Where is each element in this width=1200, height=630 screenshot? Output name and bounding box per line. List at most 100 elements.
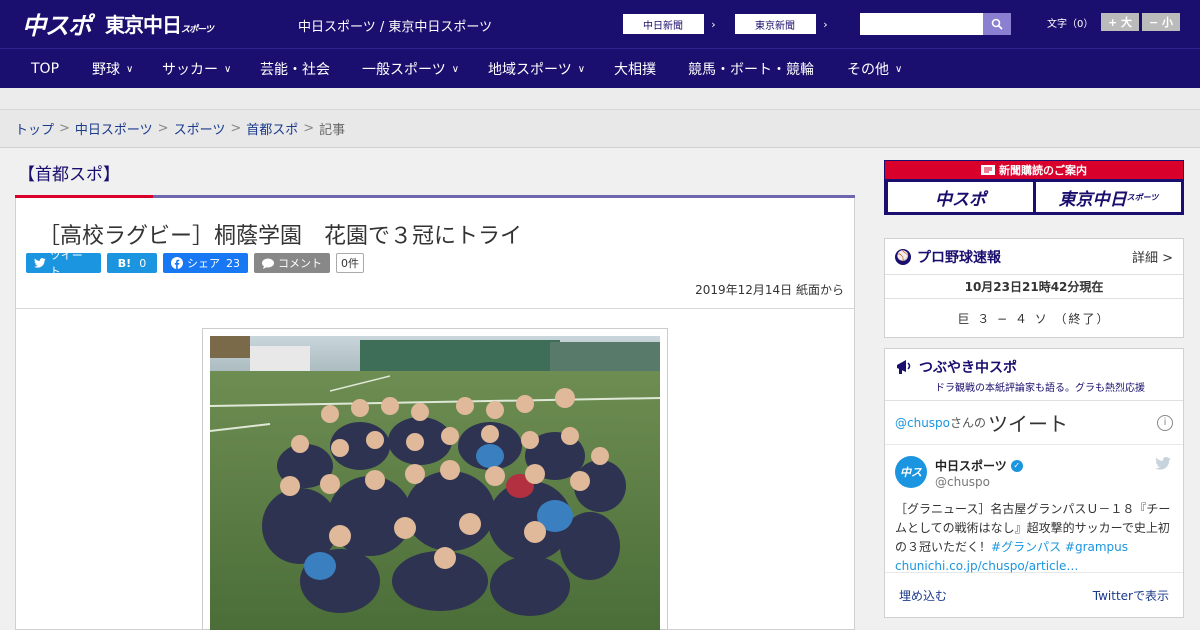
score-line[interactable]: 巨 ３ − ４ ソ （終了） <box>885 299 1183 337</box>
breadcrumb-sports[interactable]: スポーツ <box>174 119 226 138</box>
subscription-head-label: 新聞購読のご案内 <box>999 164 1087 177</box>
twitter-panel-title: つぶやき中スポ <box>919 360 1017 376</box>
facebook-count: 23 <box>226 256 240 270</box>
nav-label: TOP <box>31 61 60 77</box>
nav-item-others[interactable]: その他 ∨ <box>847 49 902 89</box>
section-title: 【首都スポ】 <box>18 165 120 185</box>
hatena-count: 0 <box>139 256 147 270</box>
logo-chuspo: 中スポ <box>22 11 92 40</box>
subscription-banner[interactable]: 新聞購読のご案内 中スポ 東京中日 スポーツ <box>884 160 1184 215</box>
breadcrumb-sep: > <box>59 121 70 136</box>
nav-item-entertainment[interactable]: 芸能・社会 <box>260 49 330 89</box>
font-bigger-button[interactable]: + 大 <box>1101 13 1139 31</box>
chunichi-shimbun-link[interactable]: 中日新聞 › <box>622 13 724 35</box>
verified-icon: ✓ <box>1010 459 1023 472</box>
breadcrumb-chunichi-sports[interactable]: 中日スポーツ <box>75 119 153 138</box>
subscribe-tokyo-small: スポーツ <box>1126 192 1159 202</box>
tweet-button[interactable]: ツイート <box>26 249 101 278</box>
nav-label: 地域スポーツ <box>488 62 572 78</box>
megaphone-icon <box>897 360 911 374</box>
nav-item-general-sports[interactable]: 一般スポーツ ∨ <box>362 49 459 89</box>
subscribe-tokyo-chunichi-logo[interactable]: 東京中日 スポーツ <box>1036 182 1181 212</box>
view-on-twitter-link[interactable]: Twitterで表示 <box>1093 587 1169 604</box>
subscription-head: 新聞購読のご案内 <box>885 161 1183 179</box>
twitter-widget-suffix: さんの <box>950 416 987 430</box>
breadcrumb-top[interactable]: トップ <box>15 119 54 138</box>
main-nav: TOP 野球 ∨ サッカー ∨ 芸能・社会 一般スポーツ ∨ 地域スポーツ ∨ 大相撲 … <box>0 48 1200 88</box>
nav-item-keiba[interactable]: 競馬・ボート・競輪 <box>688 49 814 89</box>
baseball-icon: ⚾ <box>895 248 911 265</box>
chevron-down-icon: ∨ <box>895 63 903 75</box>
nav-item-baseball[interactable]: 野球 ∨ <box>92 49 133 89</box>
twitter-widget-footer: 埋め込む Twitterで表示 <box>885 573 1183 617</box>
search-button[interactable] <box>983 13 1011 35</box>
twitter-widget-title: ツイート <box>988 412 1069 436</box>
chevron-down-icon: ∨ <box>126 63 134 75</box>
nav-item-soccer[interactable]: サッカー ∨ <box>162 49 231 89</box>
ext-link-label: 東京新聞 <box>755 20 795 32</box>
breadcrumb-shuto-spo[interactable]: 首都スポ <box>246 119 298 138</box>
font-size-label: 文字（0） <box>1047 19 1094 30</box>
tweet-author-name[interactable]: 中日スポーツ <box>935 457 1007 474</box>
pro-baseball-panel: ⚾ プロ野球速報 詳細 > 10月23日21時42分現在 巨 ３ − ４ ソ （… <box>884 238 1184 338</box>
tokyo-shimbun-link[interactable]: 東京新聞 › <box>734 13 836 35</box>
tweet-item[interactable]: 中ス 中日スポーツ ✓ @chuspo ［グラニュース］名古屋グランパスＵ－１８『… <box>885 445 1183 573</box>
nav-label: 芸能・社会 <box>260 62 330 78</box>
tweet-label: ツイート <box>49 249 83 278</box>
twitter-bird-icon <box>1155 457 1171 470</box>
search-input[interactable] <box>860 13 983 35</box>
chevron-right-icon: › <box>815 14 835 34</box>
article-photo[interactable] <box>210 336 660 630</box>
nav-label: 一般スポーツ <box>362 62 446 78</box>
facebook-share-button[interactable]: シェア 23 <box>163 253 248 273</box>
comment-label: コメント <box>278 257 322 270</box>
subscribe-chuspo-logo[interactable]: 中スポ <box>888 182 1033 212</box>
breadcrumb-current: 記事 <box>319 123 346 138</box>
tweet-author-row: 中日スポーツ ✓ <box>935 457 1023 474</box>
subscribe-tokyo-text: 東京中日 <box>1058 189 1127 210</box>
nav-item-sumo[interactable]: 大相撲 <box>614 49 656 89</box>
nav-label: 大相撲 <box>614 62 656 78</box>
search-icon <box>991 18 1003 30</box>
baseball-details-link[interactable]: 詳細 > <box>1132 247 1173 266</box>
nav-item-local-sports[interactable]: 地域スポーツ ∨ <box>488 49 585 89</box>
score-timestamp: 10月23日21時42分現在 <box>885 275 1183 299</box>
avatar[interactable]: 中ス <box>895 456 927 488</box>
nav-item-top[interactable]: TOP <box>31 49 59 89</box>
comment-button[interactable]: コメント <box>254 253 330 273</box>
comment-icon <box>262 258 274 269</box>
baseball-panel-head: ⚾ プロ野球速報 詳細 > <box>885 239 1183 275</box>
twitter-widget-handle[interactable]: @chuspo <box>895 416 950 430</box>
twitter-panel-title-row: つぶやき中スポ <box>895 357 1173 377</box>
tweet-hashtag[interactable]: #グランパス <box>991 540 1061 554</box>
hatena-label: B! <box>117 256 132 270</box>
tweet-link[interactable]: chunichi.co.jp/chuspo/article… <box>895 559 1078 573</box>
comment-count: 0件 <box>336 253 364 273</box>
logo-tokyo-text: 東京中日 <box>105 12 182 37</box>
logo-tokyo-small: スポーツ <box>181 24 214 35</box>
twitter-panel: つぶやき中スポ ドラ観戦の本紙評論家も語る。グラも熱烈応援 @chuspo さん… <box>884 348 1184 618</box>
newspaper-icon <box>981 165 995 175</box>
site-logo[interactable]: 中スポ 東京中日スポーツ <box>22 7 214 40</box>
ad-gap <box>0 88 1200 110</box>
breadcrumb: トップ > 中日スポーツ > スポーツ > 首都スポ > 記事 <box>0 110 1200 148</box>
nav-label: サッカー <box>162 62 218 78</box>
nav-label: 野球 <box>92 62 120 78</box>
info-icon[interactable]: i <box>1157 414 1173 431</box>
rugby-team-photo <box>210 336 660 630</box>
baseball-panel-title: プロ野球速報 <box>917 249 1001 266</box>
tweet-hashtag[interactable]: #grampus <box>1065 540 1128 554</box>
site-names: 中日スポーツ / 東京中日スポーツ <box>298 20 493 35</box>
article-photo-frame <box>202 328 668 630</box>
logo-tokyo-chunichi: 東京中日スポーツ <box>105 9 214 38</box>
share-buttons: ツイート B! 0 シェア 23 コメント 0件 <box>26 249 364 278</box>
tweet-author-handle[interactable]: @chuspo <box>935 475 990 489</box>
chevron-right-icon: › <box>703 14 723 34</box>
hatena-bookmark-button[interactable]: B! 0 <box>107 253 157 273</box>
nav-label: 競馬・ボート・競輪 <box>688 62 814 78</box>
top-bar: 中スポ 東京中日スポーツ 中日スポーツ / 東京中日スポーツ 中日新聞 › 東京… <box>0 0 1200 48</box>
twitter-panel-head: つぶやき中スポ ドラ観戦の本紙評論家も語る。グラも熱烈応援 <box>885 349 1183 401</box>
embed-link[interactable]: 埋め込む <box>899 587 947 604</box>
breadcrumb-sep: > <box>303 121 315 136</box>
font-smaller-button[interactable]: − 小 <box>1142 13 1180 31</box>
